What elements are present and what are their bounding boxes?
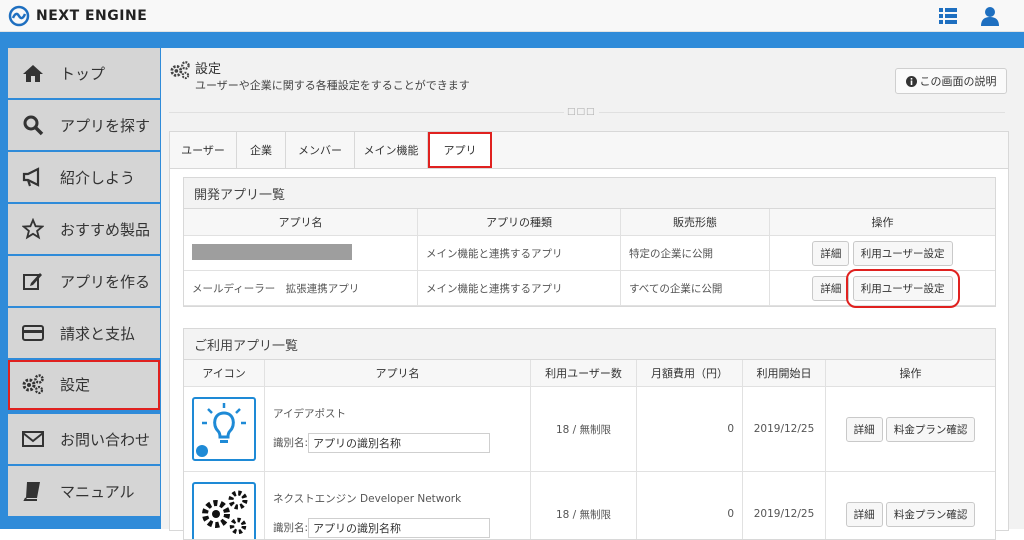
tab-main-functions[interactable]: メイン機能: [355, 132, 428, 168]
sidebar-item-label: アプリを探す: [60, 115, 150, 136]
sidebar-item-contact[interactable]: お問い合わせ: [8, 414, 160, 466]
search-icon: [20, 112, 46, 138]
home-icon: [20, 60, 46, 86]
column-header: アプリ名: [265, 360, 531, 387]
tab-apps[interactable]: アプリ: [428, 132, 492, 168]
app-type: メイン機能と連携するアプリ: [418, 271, 621, 306]
sidebar-item-create-apps[interactable]: アプリを作る: [8, 256, 160, 308]
used-apps-table: アイコン アプリ名 利用ユーザー数 月額費用（円） 利用開始日 操作: [184, 360, 995, 540]
sidebar-item-label: 請求と支払: [60, 323, 135, 344]
column-header: 利用ユーザー数: [531, 360, 637, 387]
table-row: メールディーラー 拡張連携アプリ メイン機能と連携するアプリ すべての企業に公開…: [184, 271, 995, 306]
sales-type: すべての企業に公開: [621, 271, 770, 306]
detail-button[interactable]: 詳細: [846, 417, 883, 442]
tab-content: ユーザー 企業 メンバー メイン機能 アプリ 開発アプリ一覧 アプリ名 アプリの…: [169, 131, 1009, 531]
app-id-input[interactable]: [308, 433, 490, 453]
sidebar-item-label: アプリを作る: [60, 271, 150, 292]
detail-button[interactable]: 詳細: [846, 502, 883, 527]
tab-user[interactable]: ユーザー: [170, 132, 237, 168]
sidebar-item-billing[interactable]: 請求と支払: [8, 308, 160, 360]
detail-button[interactable]: 詳細: [812, 241, 849, 266]
brand-name: NEXT ENGINE: [36, 8, 147, 24]
help-button-label: この画面の説明: [920, 73, 997, 89]
sidebar-item-label: 設定: [60, 374, 90, 395]
detail-button[interactable]: 詳細: [812, 276, 849, 301]
tab-bar: ユーザー 企業 メンバー メイン機能 アプリ: [170, 132, 1008, 169]
sidebar-item-label: マニュアル: [60, 481, 135, 502]
dev-apps-table: アプリ名 アプリの種類 販売形態 操作 メイン機能と連携するアプリ 特定の企業に…: [184, 209, 995, 306]
lightbulb-icon: [194, 399, 254, 459]
dev-apps-title: 開発アプリ一覧: [184, 178, 995, 209]
sidebar-item-recommended[interactable]: おすすめ製品: [8, 204, 160, 256]
column-header: アプリの種類: [418, 209, 621, 236]
collapse-handle[interactable]: □□□: [564, 107, 599, 117]
column-header: 操作: [826, 360, 996, 387]
book-icon: [20, 478, 46, 504]
edit-icon: [20, 268, 46, 294]
sidebar-item-label: お問い合わせ: [60, 429, 150, 450]
tab-company[interactable]: 企業: [237, 132, 286, 168]
top-header: NEXT ENGINE: [0, 0, 1024, 32]
user-settings-button[interactable]: 利用ユーザー設定: [853, 241, 953, 266]
used-apps-title: ご利用アプリ一覧: [184, 329, 995, 360]
sales-type: 特定の企業に公開: [621, 236, 770, 271]
list-icon[interactable]: [937, 5, 959, 27]
sidebar-item-label: トップ: [60, 63, 105, 84]
sidebar-item-settings[interactable]: 設定: [8, 360, 160, 410]
sidebar-item-label: おすすめ製品: [60, 219, 150, 240]
logo-icon: [8, 5, 30, 27]
page-title: 設定: [195, 58, 221, 77]
envelope-icon: [20, 426, 46, 452]
app-name: ネクストエンジン Developer Network: [273, 491, 522, 506]
app-name: メールディーラー 拡張連携アプリ: [184, 271, 418, 306]
sidebar-item-top[interactable]: トップ: [8, 48, 160, 100]
app-id-input[interactable]: [308, 518, 490, 538]
logo[interactable]: NEXT ENGINE: [8, 5, 147, 27]
tab-members[interactable]: メンバー: [286, 132, 355, 168]
user-icon[interactable]: [979, 5, 1001, 27]
user-settings-button[interactable]: 利用ユーザー設定: [853, 276, 953, 301]
monthly-fee: 0: [637, 472, 743, 540]
column-header: 販売形態: [621, 209, 770, 236]
user-count: 18 / 無制限: [531, 387, 637, 472]
megaphone-icon: [20, 164, 46, 190]
plan-check-button[interactable]: 料金プラン確認: [886, 417, 976, 442]
column-header: アイコン: [184, 360, 265, 387]
column-header: アプリ名: [184, 209, 418, 236]
start-date: 2019/12/25: [743, 472, 826, 540]
main-panel: 設定 ユーザーや企業に関する各種設定をすることができます この画面の説明 □□□…: [161, 48, 1024, 529]
info-icon: [906, 76, 917, 87]
idea-post-app-icon: [192, 397, 256, 461]
plan-check-button[interactable]: 料金プラン確認: [886, 502, 976, 527]
help-button[interactable]: この画面の説明: [895, 68, 1007, 94]
table-row: アイデアポスト 識別名: 18 / 無制限 0 2019/12/25 詳細 料金…: [184, 387, 995, 472]
sidebar-item-label: 紹介しよう: [60, 167, 135, 188]
id-label: 識別名:: [273, 435, 308, 450]
table-row: ネクストエンジン Developer Network 識別名: 18 / 無制限…: [184, 472, 995, 540]
star-icon: [20, 216, 46, 242]
table-row: メイン機能と連携するアプリ 特定の企業に公開 詳細 利用ユーザー設定: [184, 236, 995, 271]
redacted-app-name: [192, 244, 352, 260]
sidebar-item-introduce[interactable]: 紹介しよう: [8, 152, 160, 204]
used-apps-panel: ご利用アプリ一覧 アイコン アプリ名 利用ユーザー数 月額費用（円） 利用開始日…: [183, 328, 996, 540]
sidebar-item-manual[interactable]: マニュアル: [8, 466, 160, 518]
app-type: メイン機能と連携するアプリ: [418, 236, 621, 271]
gears-icon: [20, 371, 46, 397]
column-header: 利用開始日: [743, 360, 826, 387]
dev-apps-panel: 開発アプリ一覧 アプリ名 アプリの種類 販売形態 操作 メイン機能と連携するアプ…: [183, 177, 996, 307]
gears-icon: [194, 484, 254, 540]
column-header: 月額費用（円）: [637, 360, 743, 387]
monthly-fee: 0: [637, 387, 743, 472]
credit-card-icon: [20, 320, 46, 346]
sidebar: トップ アプリを探す 紹介しよう おすすめ製品 アプリを作る 請求と支払 設定 …: [8, 48, 160, 529]
start-date: 2019/12/25: [743, 387, 826, 472]
sidebar-item-find-apps[interactable]: アプリを探す: [8, 100, 160, 152]
id-label: 識別名:: [273, 520, 308, 535]
page-subtitle: ユーザーや企業に関する各種設定をすることができます: [195, 77, 470, 93]
column-header: 操作: [770, 209, 996, 236]
app-name: アイデアポスト: [273, 406, 522, 421]
developer-network-app-icon: [192, 482, 256, 540]
gears-icon: [169, 60, 191, 80]
user-count: 18 / 無制限: [531, 472, 637, 540]
